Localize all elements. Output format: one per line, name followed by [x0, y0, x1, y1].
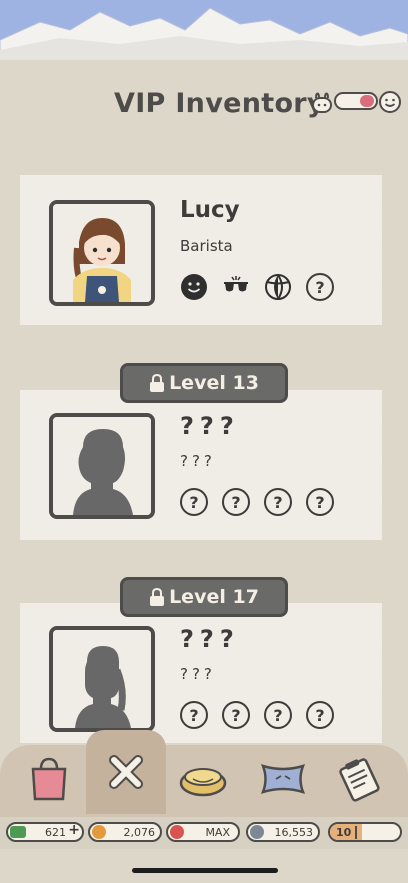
smiley-icon[interactable] — [180, 273, 208, 301]
question-icon[interactable]: ? — [264, 488, 292, 516]
level-number: 10 — [332, 825, 358, 839]
character-role: ??? — [180, 452, 216, 470]
character-portrait — [49, 200, 155, 306]
sunglasses-icon[interactable] — [222, 273, 250, 301]
coins-counter[interactable]: 2,076 — [88, 822, 162, 842]
character-card-locked-1[interactable]: ??? ??? ? ? ? ? — [17, 390, 385, 540]
shopping-bag-icon — [31, 757, 67, 801]
cash-icon — [10, 826, 26, 838]
question-icon[interactable]: ? — [180, 488, 208, 516]
page-title: VIP Inventory — [114, 88, 325, 119]
coins-value: 2,076 — [123, 825, 156, 839]
bunny-icon — [312, 92, 332, 113]
mountain-background — [0, 0, 408, 60]
clipboard-icon — [339, 758, 380, 802]
smiley-face-icon — [379, 91, 401, 113]
nav-shop-button[interactable] — [14, 748, 84, 810]
cash-counter[interactable]: 621 + — [6, 822, 84, 842]
level-badge-label: Level 17 — [169, 586, 259, 608]
nav-pillow-button[interactable] — [248, 748, 318, 810]
cushion-icon — [179, 768, 227, 797]
lock-icon — [150, 588, 165, 606]
toggle-knob — [360, 95, 374, 107]
close-icon — [109, 755, 143, 789]
question-icon[interactable]: ? — [222, 701, 250, 729]
home-indicator — [132, 868, 278, 873]
character-name: ??? — [180, 412, 240, 440]
character-silhouette — [49, 413, 155, 519]
theme-toggle[interactable] — [308, 88, 402, 114]
gem-icon — [250, 825, 264, 839]
heart-icon — [170, 825, 184, 839]
cash-value: 621 — [45, 825, 66, 839]
nav-cushion-button[interactable] — [168, 748, 238, 810]
nav-close-button[interactable] — [86, 730, 166, 814]
character-role: Barista — [180, 237, 233, 255]
character-name: ??? — [180, 625, 240, 653]
hearts-counter[interactable]: MAX — [166, 822, 240, 842]
character-card-lucy[interactable]: Lucy Barista ? — [17, 175, 385, 325]
level-badge-label: Level 13 — [169, 372, 259, 394]
question-icon[interactable]: ? — [306, 273, 334, 301]
question-icon[interactable]: ? — [264, 701, 292, 729]
question-icon[interactable]: ? — [222, 488, 250, 516]
question-icon[interactable]: ? — [180, 701, 208, 729]
beach-ball-icon[interactable] — [264, 273, 292, 301]
level-badge: Level 13 — [120, 363, 288, 403]
pillow-icon — [260, 764, 306, 794]
add-cash-button[interactable]: + — [68, 822, 80, 838]
lock-icon — [150, 374, 165, 392]
question-icon[interactable]: ? — [306, 488, 334, 516]
character-name: Lucy — [180, 197, 240, 223]
toggle-track[interactable] — [334, 92, 378, 110]
character-silhouette — [49, 626, 155, 732]
character-role: ??? — [180, 665, 216, 683]
gems-value: 16,553 — [274, 825, 314, 839]
level-badge: Level 17 — [120, 577, 288, 617]
gems-counter[interactable]: 16,553 — [246, 822, 320, 842]
coin-icon — [92, 825, 106, 839]
character-card-locked-2[interactable]: ??? ??? ? ? ? ? — [17, 603, 385, 743]
hearts-value: MAX — [205, 825, 230, 839]
nav-journal-button[interactable] — [324, 748, 394, 810]
level-progress[interactable]: 10 — [328, 822, 402, 842]
question-icon[interactable]: ? — [306, 701, 334, 729]
